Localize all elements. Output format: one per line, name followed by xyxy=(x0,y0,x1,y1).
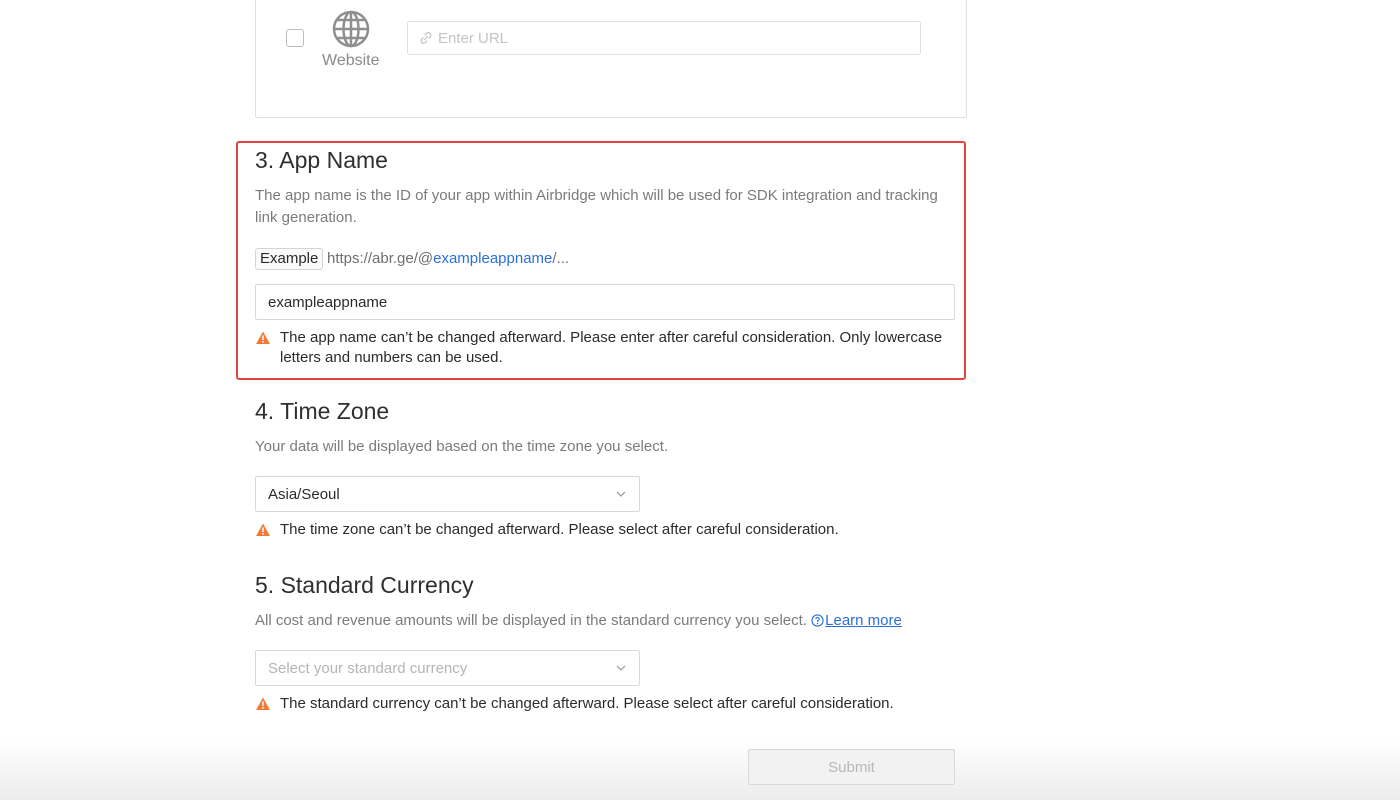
website-url-input[interactable] xyxy=(438,29,898,47)
example-url: https://abr.ge/@exampleappname/... xyxy=(327,250,569,267)
currency-select-placeholder: Select your standard currency xyxy=(268,659,468,677)
link-icon xyxy=(420,32,432,44)
example-url-appname: exampleappname xyxy=(433,250,553,267)
warning-icon xyxy=(256,331,270,344)
currency-description: All cost and revenue amounts will be dis… xyxy=(255,610,902,632)
bottom-fade xyxy=(0,740,1400,800)
time-zone-warning: The time zone can’t be changed afterward… xyxy=(255,520,839,540)
currency-warning-text: The standard currency can’t be changed a… xyxy=(280,695,894,712)
example-badge: Example xyxy=(255,248,324,270)
currency-title: 5. Standard Currency xyxy=(255,572,474,598)
time-zone-selected-value: Asia/Seoul xyxy=(268,485,340,503)
warning-icon xyxy=(256,523,270,536)
warning-icon xyxy=(256,697,270,710)
website-url-field[interactable] xyxy=(407,21,921,55)
time-zone-description: Your data will be displayed based on the… xyxy=(255,438,669,455)
app-name-input[interactable] xyxy=(255,284,955,320)
chevron-down-icon xyxy=(616,665,626,671)
time-zone-warning-text: The time zone can’t be changed afterward… xyxy=(280,521,839,538)
example-url-prefix: https://abr.ge/@ xyxy=(327,250,434,267)
time-zone-title: 4. Time Zone xyxy=(255,398,390,424)
currency-select[interactable]: Select your standard currency xyxy=(255,650,640,686)
app-name-warning-text: The app name can’t be changed afterward.… xyxy=(280,329,943,366)
app-name-description: The app name is the ID of your app withi… xyxy=(255,187,938,226)
time-zone-select[interactable]: Asia/Seoul xyxy=(255,476,640,512)
app-name-warning: The app name can’t be changed afterward.… xyxy=(255,328,955,368)
submit-button[interactable]: Submit xyxy=(748,749,955,785)
help-circle-icon[interactable] xyxy=(811,614,824,627)
website-checkbox[interactable] xyxy=(286,29,304,47)
globe-icon xyxy=(332,10,370,48)
currency-warning: The standard currency can’t be changed a… xyxy=(255,694,894,714)
learn-more-link[interactable]: Learn more xyxy=(825,612,902,629)
website-label: Website xyxy=(322,52,380,69)
chevron-down-icon xyxy=(616,491,626,497)
app-name-title: 3. App Name xyxy=(255,147,388,173)
example-url-suffix: /... xyxy=(552,250,570,267)
currency-description-text: All cost and revenue amounts will be dis… xyxy=(255,612,807,629)
